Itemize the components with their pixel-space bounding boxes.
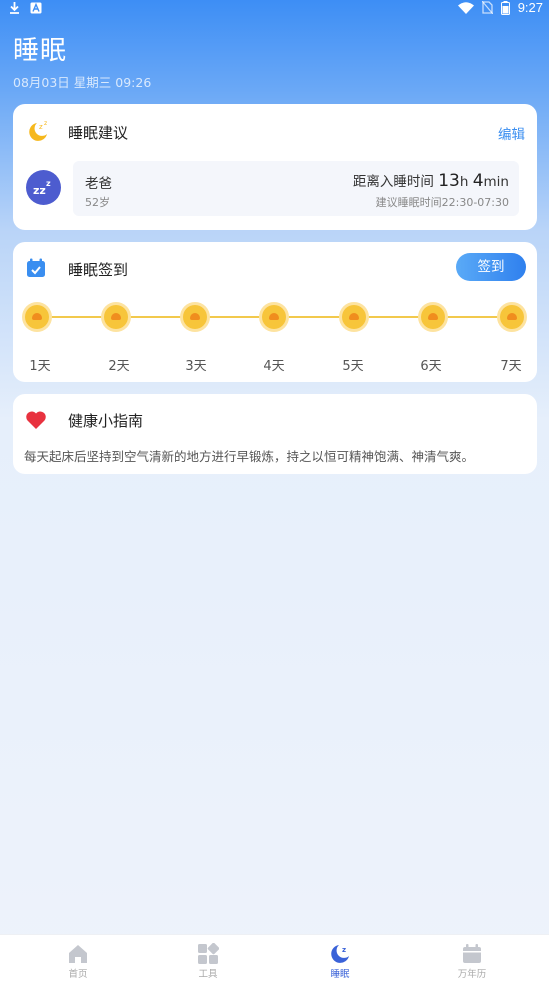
checkin-day-label: 1天 [29, 359, 51, 374]
member-age: 52岁 [85, 196, 110, 209]
svg-text:zz: zz [33, 184, 46, 197]
moon-zzz-icon: z z [29, 120, 47, 141]
status-bar: 9:27 [0, 0, 549, 18]
checkin-day-label: 6天 [420, 359, 442, 374]
download-icon [10, 2, 19, 14]
battery-icon [500, 0, 510, 15]
sleep-avatar: zz z [26, 170, 61, 205]
zzz-icon: zz z [33, 179, 51, 197]
checkin-coin-icon [183, 305, 207, 329]
minutes-value: 4 [472, 171, 484, 191]
svg-text:z: z [39, 123, 43, 131]
page-title: 睡眠 [13, 36, 68, 66]
sleep-advice-title: 睡眠建议 [68, 124, 129, 142]
nav-tools[interactable]: 工具 [168, 935, 248, 985]
nav-calendar[interactable]: 万年历 [432, 935, 512, 985]
checkin-day-label: 7天 [500, 359, 522, 374]
no-sim-icon [481, 1, 493, 14]
sleep-checkin-card: 睡眠签到 签到 1天 2天 3天 4天 5天 6天 7天 [13, 242, 537, 382]
status-time: 9:27 [517, 0, 543, 15]
nav-home[interactable]: 首页 [38, 935, 118, 985]
hours-value: 13 [438, 171, 460, 191]
current-datetime: 08月03日 星期三 09:26 [13, 75, 152, 90]
checkin-day-label: 2天 [108, 359, 130, 374]
calendar-check-icon [27, 258, 45, 277]
minutes-unit: min [483, 174, 509, 190]
checkin-coin-icon [342, 305, 366, 329]
health-guide-title: 健康小指南 [68, 412, 144, 430]
hours-unit: h [459, 174, 469, 190]
health-guide-card: 健康小指南 每天起床后坚持到空气清新的地方进行早锻炼，持之以恒可精神饱满、神清气… [13, 394, 537, 474]
bottom-navigation: 首页 工具 z 睡眠 万年历 [0, 934, 549, 985]
health-tip-text: 每天起床后坚持到空气清新的地方进行早锻炼，持之以恒可精神饱满、神清气爽。 [24, 449, 475, 464]
nav-sleep-label: 睡眠 [330, 969, 350, 980]
heart-icon [26, 411, 46, 429]
nav-calendar-label: 万年历 [457, 969, 487, 980]
checkin-coin-icon [421, 305, 445, 329]
app-notification-icon [30, 2, 42, 13]
nav-tools-label: 工具 [198, 969, 218, 980]
time-until-sleep-label: 距离入睡时间 [352, 174, 434, 190]
svg-text:z: z [44, 120, 47, 127]
svg-text:z: z [46, 179, 51, 188]
checkin-coin-icon [25, 305, 49, 329]
checkin-button[interactable]: 签到 [456, 253, 526, 281]
checkin-day-label: 4天 [263, 359, 285, 374]
checkin-coin-icon [262, 305, 286, 329]
nav-home-label: 首页 [68, 969, 88, 980]
home-icon [69, 945, 87, 963]
sleep-advice-card: z z 睡眠建议 编辑 zz z 老爸 52岁 距离入睡时间 13h 4min … [13, 104, 537, 230]
sleep-checkin-title: 睡眠签到 [68, 261, 129, 279]
member-name: 老爸 [85, 176, 112, 192]
moon-icon: z [331, 945, 349, 963]
checkin-day-label: 3天 [185, 359, 207, 374]
calendar-icon [463, 944, 481, 963]
nav-sleep[interactable]: z 睡眠 [300, 935, 380, 985]
wifi-icon [457, 1, 474, 14]
time-until-sleep: 距离入睡时间 13h 4min [353, 170, 509, 191]
checkin-coin-icon [104, 305, 128, 329]
tools-icon [198, 943, 219, 964]
recommended-sleep-time: 建议睡眠时间22:30-07:30 [375, 196, 509, 209]
svg-text:z: z [342, 946, 346, 954]
checkin-coin-icon [500, 305, 524, 329]
edit-button[interactable]: 编辑 [498, 123, 525, 143]
family-member-row[interactable]: 老爸 52岁 距离入睡时间 13h 4min 建议睡眠时间22:30-07:30 [73, 161, 519, 216]
checkin-day-label: 5天 [342, 359, 364, 374]
